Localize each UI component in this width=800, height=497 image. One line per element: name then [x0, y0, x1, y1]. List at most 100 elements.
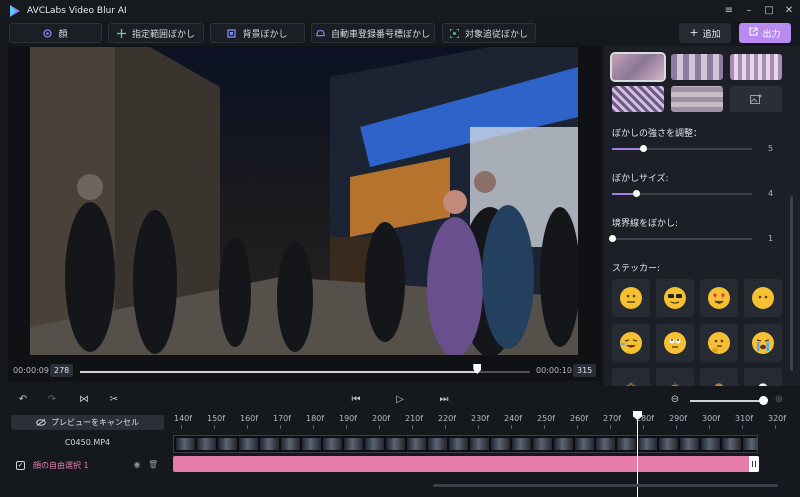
car-icon: [316, 29, 325, 38]
ruler-tick: [511, 425, 512, 429]
blur-item-row[interactable]: ✓ 顔の自由選択 1 ◉ 🗑: [11, 457, 164, 473]
clip-end-handle[interactable]: [749, 456, 759, 472]
license-plate-blur-label: 自動車登録番号標ぼかし: [330, 29, 430, 40]
panel-scrollbar[interactable]: [790, 196, 793, 371]
play-icon[interactable]: ▷: [394, 394, 406, 406]
laughing-face-icon: [620, 332, 642, 354]
sticker-label: ステッカー:: [612, 264, 661, 274]
thinking-face-icon: [708, 332, 730, 354]
blank-face-icon: [752, 287, 774, 309]
ruler-label: 150f: [207, 414, 226, 423]
video-scene: [30, 47, 578, 355]
ruler-tick: [280, 425, 281, 429]
minimize-icon[interactable]: –: [744, 6, 754, 16]
blur-item-checkbox[interactable]: ✓: [16, 460, 25, 470]
end-frame: 315: [573, 364, 597, 377]
license-plate-blur-button[interactable]: 自動車登録番号標ぼかし: [311, 23, 435, 43]
zoom-out-icon[interactable]: ⊖: [669, 394, 681, 406]
trash-icon[interactable]: 🗑: [148, 460, 158, 470]
face-icon: [43, 28, 53, 38]
undo-icon[interactable]: ↶: [17, 394, 29, 406]
end-time: 00:00:10: [536, 366, 572, 375]
strength-knob[interactable]: [639, 145, 647, 152]
strength-value: 5: [768, 144, 774, 153]
ruler-tick: [775, 425, 776, 429]
blur-settings-panel: ぼかしの強さを調整： 5 ぼかしサイズ: 4 境界線をぼかし: 1 ステッカー:…: [604, 46, 800, 386]
add-button[interactable]: + 追加: [679, 23, 731, 43]
size-value: 4: [768, 189, 774, 198]
blur-style-3[interactable]: [730, 54, 782, 80]
next-frame-icon[interactable]: ⏭: [438, 394, 450, 406]
current-frame: 278: [50, 364, 74, 377]
face-blur-button[interactable]: 顔: [9, 23, 102, 43]
film-frame: [449, 438, 468, 450]
cut-icon[interactable]: ✂: [108, 394, 120, 406]
film-frame: [512, 438, 531, 450]
film-frame: [722, 438, 741, 450]
zoom-in-icon[interactable]: ⊕: [773, 394, 785, 406]
sticker-crying-face[interactable]: [744, 324, 782, 362]
ruler-tick: [379, 425, 380, 429]
film-frame: [554, 438, 573, 450]
ruler-tick: [412, 425, 413, 429]
sticker-thinking-face[interactable]: [700, 324, 738, 362]
redo-icon[interactable]: ↷: [46, 394, 58, 406]
blur-track-clip[interactable]: [173, 456, 759, 472]
blur-style-5[interactable]: [671, 86, 723, 112]
toolbar: 顔 指定範囲ぼかし 背景ぼかし 自動車登録番号標ぼかし 対象追従ぼかし + 追加…: [0, 22, 800, 44]
blur-style-2[interactable]: [671, 54, 723, 80]
film-frame: [407, 438, 426, 450]
sticker-9[interactable]: ✿: [612, 368, 650, 386]
visibility-icon[interactable]: ◉: [132, 460, 142, 470]
ruler-tick: [544, 425, 545, 429]
background-blur-button[interactable]: 背景ぼかし: [210, 23, 305, 43]
crying-face-icon: [752, 332, 774, 354]
zoom-knob[interactable]: [759, 396, 768, 405]
area-blur-button[interactable]: 指定範囲ぼかし: [108, 23, 204, 43]
size-knob[interactable]: [632, 190, 640, 197]
video-frame[interactable]: [30, 47, 578, 355]
blur-style-1[interactable]: [610, 52, 666, 82]
zoom-slider[interactable]: [690, 400, 762, 402]
timeline-scrollbar[interactable]: [433, 484, 778, 487]
film-frame: [491, 438, 510, 450]
split-icon[interactable]: ⋈: [78, 394, 90, 406]
sticker-10[interactable]: ✶: [656, 368, 694, 386]
sticker-eye-roll-face[interactable]: [656, 324, 694, 362]
film-frame: [743, 438, 757, 450]
ruler-tick: [610, 425, 611, 429]
edge-track[interactable]: [612, 238, 752, 240]
export-button[interactable]: 出力: [739, 23, 791, 43]
sticker-12[interactable]: ●: [744, 368, 782, 386]
film-frame: [617, 438, 636, 450]
cancel-preview-button[interactable]: プレビューをキャンセル: [11, 415, 164, 430]
film-frame: [365, 438, 384, 450]
tracking-blur-button[interactable]: 対象追従ぼかし: [442, 23, 536, 43]
sticker-heart-eyes-face[interactable]: [700, 279, 738, 317]
ruler-label: 290f: [669, 414, 688, 423]
sticker-11[interactable]: ●: [700, 368, 738, 386]
cancel-preview-label: プレビューをキャンセル: [51, 418, 139, 427]
sticker-blank-face[interactable]: [744, 279, 782, 317]
maximize-icon[interactable]: □: [764, 6, 774, 16]
sticker-neutral-face[interactable]: [612, 279, 650, 317]
ruler-label: 310f: [735, 414, 754, 423]
sticker-laughing-face[interactable]: [612, 324, 650, 362]
ruler-tick: [478, 425, 479, 429]
blur-style-4[interactable]: [612, 86, 664, 112]
eye-off-icon: [36, 419, 46, 426]
ruler-tick: [247, 425, 248, 429]
add-image-button[interactable]: [730, 86, 782, 112]
previous-frame-icon[interactable]: ⏮: [350, 394, 362, 406]
film-frame: [428, 438, 447, 450]
ruler-label: 270f: [603, 414, 622, 423]
film-frame: [659, 438, 678, 450]
ruler-tick: [346, 425, 347, 429]
background-icon: [227, 28, 237, 38]
close-icon[interactable]: ✕: [784, 6, 794, 16]
edge-knob[interactable]: [609, 235, 616, 242]
menu-icon[interactable]: ≡: [724, 6, 734, 16]
video-track[interactable]: [173, 435, 758, 453]
ruler-tick: [676, 425, 677, 429]
sticker-sunglasses-face[interactable]: [656, 279, 694, 317]
